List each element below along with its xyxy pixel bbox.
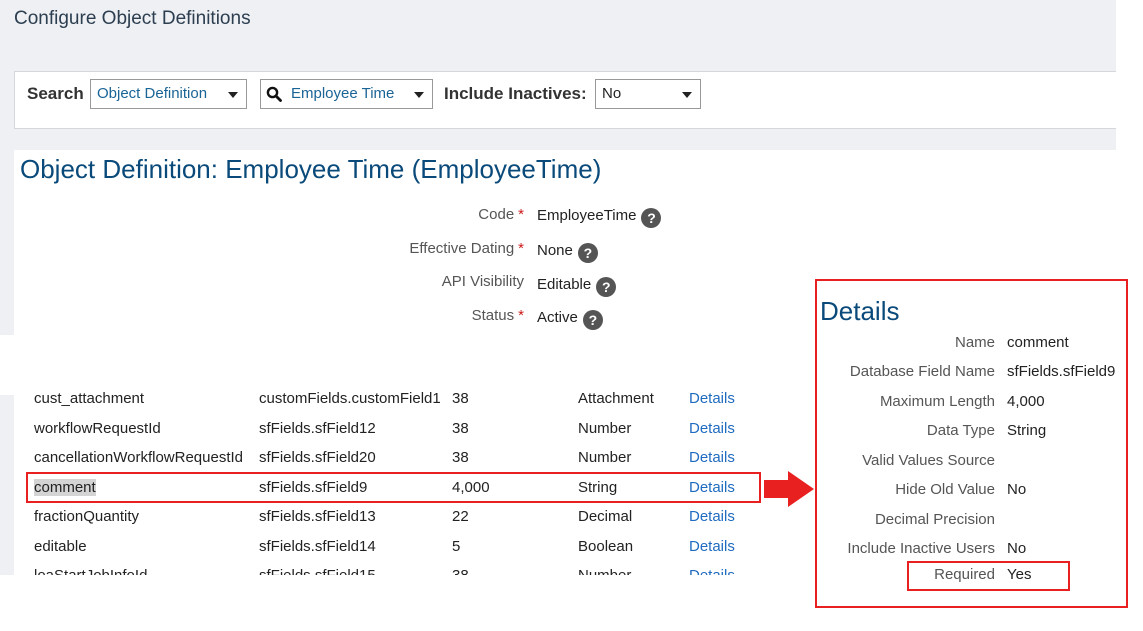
details-label: Database Field Name	[849, 363, 995, 380]
object-type-select-value: Object Definition	[97, 85, 208, 102]
chevron-down-icon	[228, 92, 238, 98]
table-cell-len: 22	[452, 508, 469, 525]
table-cell-db: sfFields.sfField20	[259, 449, 376, 466]
table-cell-type: Number	[578, 420, 632, 437]
search-label: Search	[27, 84, 84, 103]
details-value: No	[1007, 481, 1027, 498]
table-cell-type: Decimal	[578, 508, 633, 525]
details-label: Hide Old Value	[895, 481, 995, 498]
row-highlight	[26, 472, 761, 503]
required-marker: *	[518, 240, 524, 257]
details-value: sfFields.sfField9	[1007, 363, 1116, 380]
details-label: Valid Values Source	[862, 452, 995, 469]
details-label: Name	[954, 334, 995, 351]
table-cell-name: editable	[34, 538, 87, 555]
required-marker: *	[518, 206, 524, 223]
help-icon[interactable]: ?	[577, 243, 598, 263]
object-definition-heading: Object Definition: Employee Time (Employ…	[20, 154, 602, 184]
table-cell-db: sfFields.sfField12	[259, 420, 376, 437]
required-highlight	[907, 561, 1070, 591]
page-title: Configure Object Definitions	[14, 8, 251, 29]
search-icon	[266, 86, 282, 102]
chevron-down-icon	[414, 92, 424, 98]
table-cell-type: Number	[578, 449, 632, 466]
details-label: Data Type	[926, 422, 995, 439]
api-visibility-value: Editable?	[537, 276, 617, 297]
table-cell-len: 38	[452, 420, 469, 437]
help-icon[interactable]: ?	[596, 277, 617, 297]
details-title: Details	[820, 296, 900, 326]
include-inactives-label: Include Inactives:	[444, 84, 587, 103]
table-clip	[14, 575, 804, 631]
details-value: String	[1007, 422, 1047, 439]
object-search-select[interactable]: Employee Time	[260, 79, 433, 109]
table-cell-type: Boolean	[578, 538, 634, 555]
help-icon[interactable]: ?	[582, 310, 603, 330]
table-cell-db: sfFields.sfField13	[259, 508, 376, 525]
table-cell-len: 5	[452, 538, 461, 555]
page-gutter-lower	[0, 395, 14, 575]
object-type-select[interactable]: Object Definition	[90, 79, 247, 109]
table-cell-name: cancellationWorkflowRequestId	[34, 449, 243, 466]
details-value: No	[1007, 540, 1027, 557]
table-cell-db: sfFields.sfField14	[259, 538, 376, 555]
table-cell-len: 38	[452, 449, 469, 466]
include-inactives-value: No	[602, 85, 622, 102]
details-panel	[815, 279, 1128, 608]
include-inactives-select[interactable]: No	[595, 79, 701, 109]
details-label: Maximum Length	[879, 393, 995, 410]
table-cell-name: fractionQuantity	[34, 508, 140, 525]
table-cell-type: Attachment	[578, 390, 654, 407]
details-value: 4,000	[1007, 393, 1045, 410]
details-label: Include Inactive Users	[847, 540, 995, 557]
table-cell-name: cust_attachment	[34, 390, 145, 407]
object-search-value: Employee Time	[291, 85, 395, 102]
effective-dating-value: None?	[537, 242, 598, 263]
table-cell-db: customFields.customField1	[259, 390, 441, 407]
details-value: comment	[1007, 334, 1069, 351]
page-gutter	[0, 150, 14, 335]
status-label: Status *	[471, 307, 524, 324]
required-marker: *	[518, 307, 524, 324]
table-cell-name: workflowRequestId	[34, 420, 161, 437]
status-value: Active?	[537, 309, 603, 330]
details-label: Decimal Precision	[874, 511, 995, 528]
code-value: EmployeeTime?	[537, 207, 662, 228]
table-cell-len: 38	[452, 390, 469, 407]
code-label: Code *	[478, 206, 524, 223]
api-visibility-label: API Visibility	[441, 273, 524, 290]
chevron-down-icon	[682, 92, 692, 98]
help-icon[interactable]: ?	[641, 208, 662, 228]
effective-dating-label: Effective Dating *	[409, 240, 524, 257]
